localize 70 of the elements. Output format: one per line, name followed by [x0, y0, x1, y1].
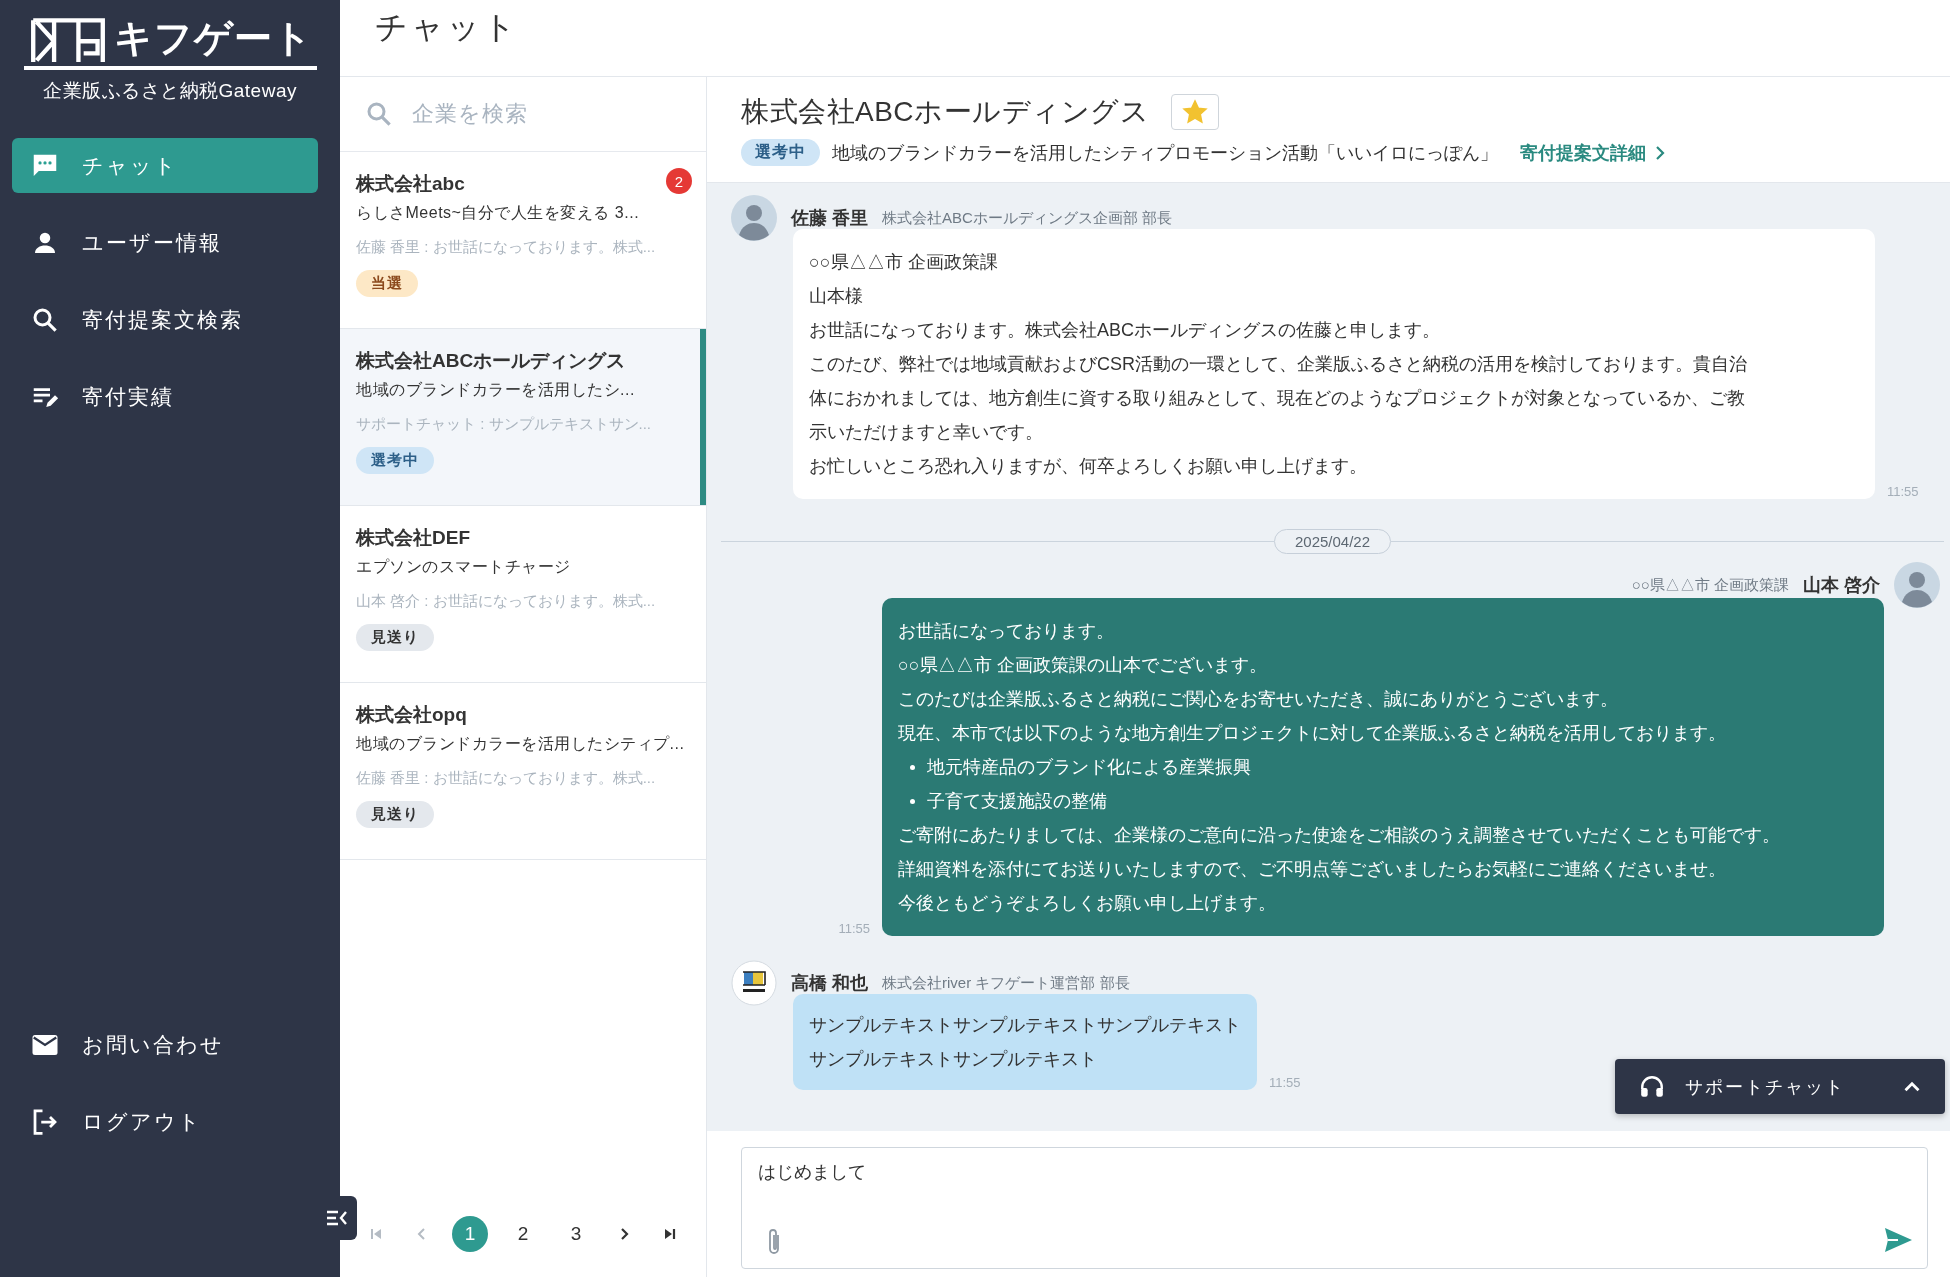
- status-tag: 見送り: [356, 801, 434, 828]
- message-preview: 佐藤 香里 : お世話になっております。株式...: [356, 768, 657, 788]
- company-name: 株式会社opq: [356, 703, 467, 727]
- sender-affiliation: 株式会社ABCホールディングス企画部 部長: [882, 208, 1173, 228]
- logo-avatar-icon: [731, 960, 777, 1006]
- status-tag: 選考中: [356, 447, 434, 474]
- message-line: 山本様: [809, 285, 864, 308]
- page-number[interactable]: 3: [558, 1216, 594, 1252]
- sidebar-item[interactable]: ユーザー情報: [12, 215, 318, 270]
- sender-name: 佐藤 香里: [791, 207, 868, 230]
- message-line: ○○県△△市 企画政策課: [809, 251, 999, 274]
- sender-affiliation: ○○県△△市 企画政策課: [1631, 575, 1789, 595]
- message-line: 体におかれましては、地方創生に資する取り組みとして、現在どのようなプロジェクトが対象となっているか、ご教: [809, 387, 1746, 410]
- message-preview: 佐藤 香里 : お世話になっております。株式...: [356, 237, 657, 257]
- company-name: 株式会社DEF: [356, 526, 470, 550]
- collapse-icon: [325, 1208, 349, 1228]
- tagline: 企業版ふるさと納税Gateway: [43, 79, 297, 103]
- chat-title: 株式会社ABCホールディングス: [741, 95, 1150, 129]
- sidebar-item[interactable]: 寄付提案文検索: [12, 292, 318, 347]
- avatar-icon: [1894, 562, 1940, 608]
- status-tag: 見送り: [356, 624, 434, 651]
- page-number[interactable]: 2: [505, 1216, 541, 1252]
- message-line: サンプルテキストサンプルテキスト: [809, 1048, 1098, 1071]
- message-preview: サポートチャット : サンプルテキストサン...: [356, 414, 652, 434]
- message-line: ○○県△△市 企画政策課の山本でございます。: [898, 654, 1268, 677]
- avatar-icon: [731, 195, 777, 241]
- chevron-right-icon: [1654, 145, 1666, 160]
- support-chat-bar[interactable]: サポートチャット: [1615, 1059, 1945, 1114]
- message-line: 示いただけますと幸いです。: [809, 421, 1044, 444]
- message-line: お世話になっております。株式会社ABCホールディングスの佐藤と申します。: [809, 319, 1441, 342]
- message-line: お忙しいところ恐れ入りますが、何卒よろしくお願い申し上げます。: [809, 455, 1368, 478]
- message-preview: 山本 啓介 : お世話になっております。株式...: [356, 591, 657, 611]
- company-name: 株式会社ABCホールディングス: [356, 349, 626, 373]
- sender-name: 高橋 和也: [791, 972, 868, 995]
- status-tag: 選考中: [741, 139, 820, 166]
- sender-affiliation: 株式会社river キフゲート運営部 部長: [882, 973, 1130, 993]
- logo-text: キフゲート: [113, 16, 313, 61]
- page-title: チャット: [375, 8, 519, 47]
- message-line: このたびは企業版ふるさと納税にご関心をお寄せいただき、誠にありがとうございます。: [898, 688, 1619, 711]
- message-line: 詳細資料を添付にてお送りいたしますので、ご不明点等ございましたらお気軽にご連絡くださいませ。: [898, 858, 1727, 881]
- message-line: サンプルテキストサンプルテキストサンプルテキスト: [809, 1014, 1241, 1037]
- proposal-title: 地域のブランドカラーを活用したシティプロモーション活動「いいイロにっぽん」: [832, 141, 1498, 165]
- message-time: 11:55: [1887, 484, 1919, 499]
- message-time: 11:55: [1269, 1075, 1301, 1090]
- proposal-title: 地域のブランドカラーを活用したシティプ...: [356, 734, 686, 754]
- send-icon[interactable]: [1883, 1226, 1913, 1254]
- sidebar-item[interactable]: お問い合わせ: [12, 1017, 318, 1072]
- company-name: 株式会社abc: [356, 172, 465, 196]
- message-line: 地元特産品のブランド化による産業振興: [927, 756, 1251, 779]
- conversation-item[interactable]: 株式会社ABCホールディングス 地域のブランドカラーを活用したシ... サポートチャット : サンプルテキストサン... 選考中: [340, 329, 706, 506]
- proposal-title: らしさMeets~自分で人生を変える 3...: [356, 203, 641, 223]
- headset-icon: [1639, 1073, 1665, 1100]
- message-time: 11:55: [838, 921, 870, 936]
- message-line: 現在、本市では以下のような地方創生プロジェクトに対して企業版ふるさと納税を活用しております。: [898, 722, 1727, 745]
- message-line: ご寄附にあたりましては、企業様のご意向に沿った使途をご相談のうえ調整させていただくことも可能です。: [898, 824, 1781, 847]
- message-line: お世話になっております。: [898, 620, 1115, 643]
- proposal-title: エプソンのスマートチャージ: [356, 557, 572, 577]
- message-line: このたび、弊社では地域貢献およびCSR活動の一環として、企業版ふるさと納税の活用を検討しております。貴自治: [809, 353, 1748, 376]
- message-line: 子育て支援施設の整備: [927, 790, 1107, 813]
- message-line: 今後ともどうぞよろしくお願い申し上げます。: [898, 892, 1277, 915]
- proposal-title: 地域のブランドカラーを活用したシ...: [356, 380, 636, 400]
- sender-name: 山本 啓介: [1803, 574, 1880, 597]
- message-field[interactable]: はじめまして: [741, 1147, 1928, 1269]
- bullet-icon: [910, 798, 915, 804]
- sidebar-item[interactable]: 寄付実績: [12, 369, 318, 424]
- status-tag: 当選: [356, 270, 418, 297]
- bullet-icon: [910, 764, 915, 770]
- proposal-detail-link[interactable]: 寄付提案文詳細: [1520, 140, 1666, 165]
- unread-count: 2: [666, 168, 692, 194]
- sidebar-item[interactable]: ログアウト: [12, 1094, 318, 1149]
